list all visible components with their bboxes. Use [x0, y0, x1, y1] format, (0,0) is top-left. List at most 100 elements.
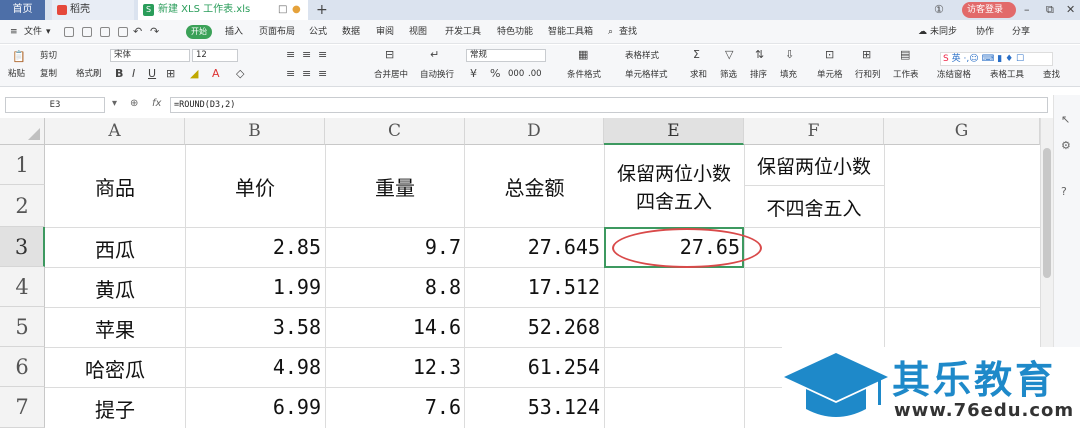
merge-center-button[interactable]: 合并居中 — [374, 70, 408, 81]
thousands-icon[interactable]: 000 — [508, 69, 524, 80]
col-header-d[interactable]: D — [465, 118, 604, 145]
fx-icon[interactable]: fx — [152, 98, 161, 109]
cell-e1-line2[interactable]: 四舍五入 — [604, 187, 744, 214]
cell-d3[interactable]: 27.645 — [465, 235, 600, 259]
scrollbar-thumb[interactable] — [1043, 148, 1051, 278]
row-header-3[interactable]: 3 — [0, 227, 45, 267]
preview-icon[interactable] — [118, 27, 128, 37]
fill-icon[interactable]: ⇩ — [785, 49, 794, 61]
table-style-button[interactable]: 表格样式 — [625, 51, 659, 62]
cell-button[interactable]: 单元格 — [817, 70, 843, 81]
wrap-text-button[interactable]: 自动换行 — [420, 70, 454, 81]
cell-e1-line1[interactable]: 保留两位小数 — [604, 159, 744, 186]
cell-icon[interactable]: ⊡ — [825, 49, 834, 61]
menu-dev-tools[interactable]: 开发工具 — [445, 24, 481, 40]
cell-c6[interactable]: 12.3 — [325, 355, 461, 379]
col-header-f[interactable]: F — [744, 118, 884, 145]
cell-b5[interactable]: 3.58 — [185, 315, 321, 339]
worksheet-button[interactable]: 工作表 — [893, 70, 919, 81]
percent-icon[interactable]: % — [490, 68, 500, 80]
undo-icon[interactable]: ↶ — [133, 26, 142, 38]
number-format-select[interactable]: 常规 — [466, 49, 546, 62]
dropdown-icon[interactable]: ▾ — [112, 98, 117, 109]
ime-toolbar[interactable]: S 英 ·,☺ ⌨ ▮ ♦ ☐ — [940, 52, 1053, 66]
menu-special[interactable]: 特色功能 — [497, 24, 533, 40]
cell-b3[interactable]: 2.85 — [185, 235, 321, 259]
col-header-b[interactable]: B — [185, 118, 325, 145]
menu-review[interactable]: 审阅 — [376, 24, 394, 40]
tab-daoke[interactable]: 稻壳 — [52, 0, 134, 20]
cell-f2[interactable]: 不四舍五入 — [744, 194, 884, 221]
format-painter-button[interactable]: 格式刷 — [76, 69, 102, 80]
bold-icon[interactable]: B — [115, 68, 123, 80]
cell-d4[interactable]: 17.512 — [465, 275, 600, 299]
currency-icon[interactable]: ¥ — [470, 68, 477, 80]
sync-status[interactable]: 未同步 — [930, 24, 957, 40]
zoom-icon[interactable]: ⊕ — [130, 98, 138, 109]
help-icon[interactable]: ? — [1061, 185, 1067, 198]
hamburger-icon[interactable]: ≡ — [10, 24, 18, 40]
cell-a1[interactable]: 商品 — [45, 172, 185, 201]
close-icon[interactable]: ✕ — [1066, 0, 1075, 20]
align-bottom-icon[interactable]: ≡ — [318, 49, 327, 61]
align-top-icon[interactable]: ≡ — [286, 49, 295, 61]
cell-c3[interactable]: 9.7 — [325, 235, 461, 259]
merge-icon[interactable]: ⊟ — [385, 49, 394, 61]
export-icon[interactable] — [82, 27, 92, 37]
italic-icon[interactable]: I — [132, 68, 135, 80]
col-header-a[interactable]: A — [45, 118, 185, 145]
cell-a4[interactable]: 黄瓜 — [45, 274, 185, 303]
filter-button[interactable]: 筛选 — [720, 70, 737, 81]
minimize-icon[interactable]: – — [1024, 0, 1030, 20]
sum-icon[interactable]: Σ — [693, 49, 700, 61]
menu-file[interactable]: 文件 — [24, 24, 42, 40]
cell-c7[interactable]: 7.6 — [325, 395, 461, 419]
tab-home[interactable]: 首页 — [0, 0, 45, 20]
cell-b1[interactable]: 单价 — [185, 172, 325, 201]
cell-d1[interactable]: 总金额 — [465, 172, 604, 201]
filter-icon[interactable]: ▽ — [725, 49, 733, 61]
row-header-6[interactable]: 6 — [0, 347, 45, 387]
wrap-icon[interactable]: ↵ — [430, 49, 439, 61]
cell-c4[interactable]: 8.8 — [325, 275, 461, 299]
cell-c1[interactable]: 重量 — [325, 172, 465, 201]
fill-color-icon[interactable]: ◢ — [190, 68, 198, 80]
ime-lang[interactable]: 英 — [952, 54, 961, 64]
paste-icon[interactable]: 📋 — [12, 51, 26, 63]
cell-a5[interactable]: 苹果 — [45, 314, 185, 343]
rowcol-icon[interactable]: ⊞ — [862, 49, 871, 61]
cond-format-icon[interactable]: ▦ — [578, 49, 588, 61]
cell-d6[interactable]: 61.254 — [465, 355, 600, 379]
col-header-c[interactable]: C — [325, 118, 465, 145]
pointer-icon[interactable]: ↖ — [1061, 113, 1070, 126]
guest-login-button[interactable]: 访客登录 — [962, 2, 1016, 18]
cell-a6[interactable]: 哈密瓜 — [45, 354, 185, 383]
search-icon[interactable]: ⌕ — [608, 24, 613, 40]
font-name-select[interactable]: 宋体 — [110, 49, 190, 62]
cell-d7[interactable]: 53.124 — [465, 395, 600, 419]
maximize-icon[interactable]: ⧉ — [1046, 0, 1054, 20]
menu-smart-toolbox[interactable]: 智能工具箱 — [548, 24, 593, 40]
collab-button[interactable]: 协作 — [976, 24, 994, 40]
menu-view[interactable]: 视图 — [409, 24, 427, 40]
redo-icon[interactable]: ↷ — [150, 26, 159, 38]
formula-input[interactable]: =ROUND(D3,2) — [170, 97, 1048, 113]
settings-slider-icon[interactable]: ⚙ — [1061, 139, 1071, 152]
dropdown-icon[interactable]: ▾ — [46, 24, 51, 40]
page-count-icon[interactable]: ① — [934, 0, 944, 20]
select-all-corner[interactable] — [0, 118, 45, 145]
name-box[interactable]: E3 — [5, 97, 105, 113]
share-button[interactable]: 分享 — [1012, 24, 1030, 40]
cell-f1[interactable]: 保留两位小数 — [744, 152, 884, 179]
align-left-icon[interactable]: ≡ — [286, 68, 295, 80]
underline-icon[interactable]: U — [148, 68, 156, 80]
paste-label[interactable]: 粘贴 — [8, 69, 25, 80]
row-header-2[interactable]: 2 — [0, 185, 45, 227]
copy-button[interactable]: 复制 — [40, 69, 57, 80]
row-header-5[interactable]: 5 — [0, 307, 45, 347]
worksheet-icon[interactable]: ▤ — [900, 49, 910, 61]
save-icon[interactable] — [64, 27, 74, 37]
cell-a3[interactable]: 西瓜 — [45, 234, 185, 263]
cell-style-button[interactable]: 单元格样式 — [625, 70, 668, 81]
rowcol-button[interactable]: 行和列 — [855, 70, 881, 81]
